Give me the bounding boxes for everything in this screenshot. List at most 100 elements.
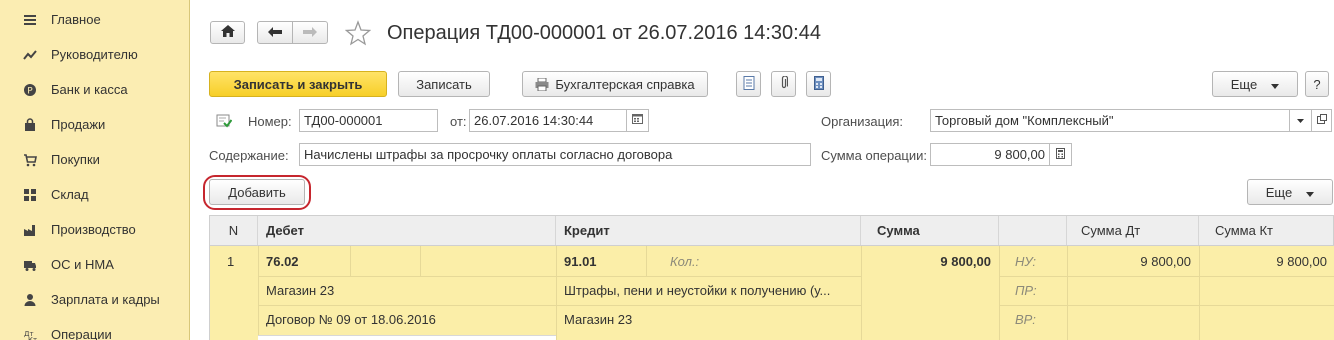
content-field[interactable]: Начислены штрафы за просрочку оплаты сог… [299, 143, 811, 166]
debit-subconto-2[interactable]: Договор № 09 от 18.06.2016 [258, 305, 556, 334]
nu-label: НУ: [1015, 254, 1037, 269]
dt-kt-icon: Дт Кт [22, 327, 38, 340]
help-button[interactable]: ? [1305, 71, 1329, 97]
dropdown-arrow-icon [1306, 185, 1315, 200]
forward-button[interactable] [292, 21, 328, 44]
header-debit[interactable]: Дебет [258, 216, 556, 245]
home-icon [220, 25, 235, 40]
svg-text:Кт: Кт [28, 336, 37, 340]
credit-subconto-2[interactable]: Магазин 23 [556, 305, 856, 334]
row-sum[interactable]: 9 800,00 [861, 247, 999, 276]
organization-field[interactable]: Торговый дом "Комплексный" [930, 109, 1290, 132]
person-icon [22, 292, 38, 308]
favorite-star-icon[interactable] [344, 20, 372, 46]
organization-dropdown-button[interactable] [1290, 109, 1312, 132]
truck-icon [22, 257, 38, 273]
sidebar-item-payroll[interactable]: Зарплата и кадры [0, 282, 190, 317]
sidebar-item-assets[interactable]: ОС и НМА [0, 247, 190, 282]
add-row-button[interactable]: Добавить [209, 179, 305, 205]
row-sum-kt[interactable]: 9 800,00 [1199, 247, 1334, 276]
header-sum-dt[interactable]: Сумма Дт [1067, 216, 1199, 245]
sidebar-item-operations[interactable]: Дт Кт Операции [0, 317, 190, 340]
pr-label: ПР: [1015, 283, 1037, 298]
trend-chart-icon [22, 47, 38, 63]
amount-field[interactable]: 9 800,00 [930, 143, 1050, 166]
posted-status-icon [216, 114, 233, 128]
attachment-button[interactable] [771, 71, 796, 97]
content-label: Содержание: [209, 148, 289, 163]
entries-table: N Дебет Кредит Сумма Сумма Дт Сумма Кт 1 [209, 215, 1334, 340]
sidebar-item-label: Продажи [51, 117, 106, 132]
row-number: 1 [227, 254, 235, 269]
accounting-report-label: Бухгалтерская справка [555, 76, 695, 92]
date-label: от: [450, 114, 467, 129]
open-link-icon [1316, 114, 1327, 127]
header-sum[interactable]: Сумма [861, 216, 999, 245]
accounting-report-button[interactable]: Бухгалтерская справка [522, 71, 708, 97]
header-sum-kt[interactable]: Сумма Кт [1199, 216, 1334, 245]
sidebar-item-production[interactable]: Производство [0, 212, 190, 247]
table-header: N Дебет Кредит Сумма Сумма Дт Сумма Кт [209, 215, 1334, 246]
shopping-bag-icon [22, 117, 38, 133]
document-button[interactable] [736, 71, 761, 97]
credit-subconto-1[interactable]: Штрафы, пени и неустойки к получению (у.… [556, 276, 856, 305]
chevron-down-icon [1297, 115, 1304, 126]
organization-open-button[interactable] [1312, 109, 1332, 132]
sidebar-item-label: Банк и касса [51, 82, 128, 97]
credit-account[interactable]: 91.01 [556, 247, 646, 276]
factory-icon [22, 222, 38, 238]
sidebar: Главное Руководителю P Банк и касса Прод… [0, 0, 190, 340]
svg-text:P: P [27, 86, 33, 96]
sidebar-item-purchases[interactable]: Покупки [0, 142, 190, 177]
shopping-cart-icon [22, 152, 38, 168]
sidebar-item-label: Зарплата и кадры [51, 292, 160, 307]
sidebar-item-main[interactable]: Главное [0, 2, 190, 37]
amount-calculator-button[interactable] [1050, 143, 1072, 166]
organization-label: Организация: [821, 114, 904, 129]
debit-account[interactable]: 76.02 [258, 247, 350, 276]
menu-lines-icon [22, 12, 38, 28]
sidebar-item-bank[interactable]: P Банк и касса [0, 72, 190, 107]
calculator-button[interactable] [806, 71, 831, 97]
sidebar-item-manager[interactable]: Руководителю [0, 37, 190, 72]
debit-subconto-1[interactable]: Магазин 23 [258, 276, 556, 305]
number-label: Номер: [248, 114, 292, 129]
arrow-right-icon [303, 25, 317, 40]
row-sum-dt[interactable]: 9 800,00 [1067, 247, 1199, 276]
calendar-button[interactable] [627, 109, 649, 132]
paperclip-icon [780, 74, 788, 93]
save-close-button[interactable]: Записать и закрыть [209, 71, 387, 97]
table-more-button[interactable]: Еще [1247, 179, 1333, 205]
sidebar-item-label: Операции [51, 327, 112, 340]
credit-qty-label: Кол.: [670, 254, 700, 269]
sidebar-item-sales[interactable]: Продажи [0, 107, 190, 142]
back-button[interactable] [257, 21, 293, 44]
header-blank [999, 216, 1067, 245]
document-icon [743, 75, 755, 93]
printer-icon [535, 77, 549, 91]
page-title: Операция ТД00-000001 от 26.07.2016 14:30… [387, 22, 821, 44]
save-button[interactable]: Записать [398, 71, 490, 97]
more-menu-label: Еще [1230, 76, 1258, 92]
coin-icon: P [22, 82, 38, 98]
sidebar-item-label: Покупки [51, 152, 100, 167]
table-row[interactable]: 1 76.02 Магазин 23 Договор № 09 от 18.06… [209, 246, 1334, 340]
more-menu-button[interactable]: Еще [1212, 71, 1298, 97]
calculator-icon [1056, 147, 1065, 162]
sidebar-item-label: Производство [51, 222, 136, 237]
sidebar-item-label: Главное [51, 12, 101, 27]
number-field[interactable]: ТД00-000001 [299, 109, 438, 132]
header-n: N [210, 216, 258, 245]
table-more-label: Еще [1265, 184, 1293, 200]
vr-label: ВР: [1015, 312, 1036, 327]
date-field[interactable]: 26.07.2016 14:30:44 [469, 109, 627, 132]
header-credit[interactable]: Кредит [556, 216, 861, 245]
amount-label: Сумма операции: [821, 148, 927, 163]
warehouse-grid-icon [22, 187, 38, 203]
arrow-left-icon [268, 25, 282, 40]
sidebar-item-label: ОС и НМА [51, 257, 114, 272]
sidebar-item-label: Руководителю [51, 47, 138, 62]
dropdown-arrow-icon [1271, 77, 1280, 92]
sidebar-item-warehouse[interactable]: Склад [0, 177, 190, 212]
home-button[interactable] [210, 21, 245, 44]
